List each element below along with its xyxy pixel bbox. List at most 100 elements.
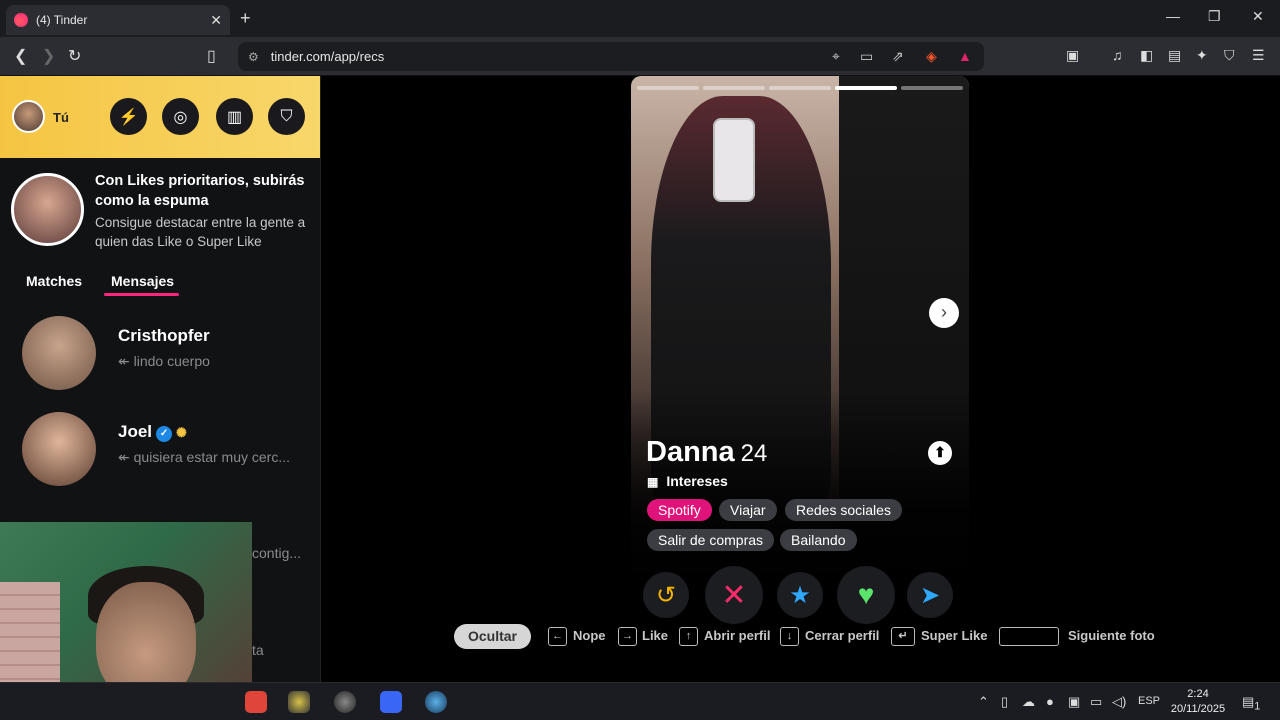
nope-icon[interactable]: ✕ — [705, 566, 763, 624]
maximize-button[interactable]: ❐ — [1208, 8, 1221, 25]
priority-likes-promo[interactable]: Con Likes prioritarios, subirás como la … — [0, 158, 320, 254]
url-text: tinder.com/app/recs — [270, 49, 385, 64]
interests-label: Intereses — [666, 473, 728, 489]
shortcut-label: Super Like — [921, 628, 988, 643]
key-space-icon — [999, 627, 1059, 646]
bookmark-icon[interactable]: ▯ — [207, 46, 216, 66]
key-up-icon: ↑ — [679, 627, 698, 646]
tinder-favicon-icon — [14, 13, 28, 27]
promo-avatar — [11, 173, 84, 246]
photo-progress-bars — [637, 86, 963, 90]
notification-count: 1 — [1254, 700, 1261, 713]
obs-taskbar-icon[interactable] — [334, 691, 356, 713]
clock[interactable]: 2:24 20/11/2025 — [1170, 687, 1226, 717]
roblox-taskbar-icon[interactable] — [380, 691, 402, 713]
photo-progress-segment — [769, 86, 831, 90]
interest-chip: Salir de compras — [647, 529, 775, 551]
conversation-preview: ↞ lindo cuerpo — [118, 353, 210, 369]
language-indicator[interactable]: ESP — [1138, 695, 1160, 707]
promo-title: Con Likes prioritarios, subirás como la … — [95, 173, 305, 209]
next-photo-button[interactable]: › — [929, 298, 959, 328]
emoji-icon: ✺ — [176, 425, 187, 440]
hide-shortcuts-button[interactable]: Ocultar — [454, 624, 531, 649]
superlike-icon[interactable]: ★ — [777, 572, 823, 618]
display-icon[interactable]: ▣ — [1068, 694, 1080, 710]
passport-icon[interactable]: ▥ — [216, 98, 253, 135]
promo-subtitle: Consigue destacar entre la gente a quien… — [95, 215, 306, 249]
conversation-item[interactable]: Cristhopfer ↞ lindo cuerpo — [0, 310, 320, 396]
interest-chip: Viajar — [719, 499, 777, 521]
key-down-icon: ↓ — [780, 627, 799, 646]
leo-ai-icon[interactable]: ✦ — [1196, 47, 1208, 64]
open-profile-button[interactable]: ⬆ — [928, 441, 952, 465]
browser-nav-bar: ❮ ❯ ↻ ▯ ⚙ tinder.com/app/recs ⌖ ▭ ⇗ ◈ ▲ … — [0, 37, 1280, 76]
microphone-icon[interactable]: ● — [1046, 694, 1054, 709]
tab-matches[interactable]: Matches — [26, 273, 82, 289]
brave-taskbar-icon[interactable] — [245, 691, 267, 713]
volume-icon[interactable]: ◁) — [1112, 694, 1126, 710]
conversation-item[interactable]: Joel ✓ ✺ ↞ quisiera estar muy cerc... — [0, 406, 320, 492]
clock-time: 2:24 — [1187, 688, 1209, 700]
recs-main: › ⬆ Danna 24 ▦ Intereses Spotify Viajar Re… — [321, 76, 1280, 682]
reload-icon[interactable]: ↻ — [68, 46, 81, 66]
forward-icon[interactable]: ❯ — [42, 46, 55, 66]
menu-icon[interactable]: ☰ — [1252, 47, 1265, 64]
wallet-icon[interactable]: ▤ — [1168, 47, 1181, 64]
steam-taskbar-icon[interactable] — [425, 691, 447, 713]
interest-chip: Redes sociales — [785, 499, 902, 521]
vpn-icon[interactable]: ⛉ — [1224, 47, 1235, 64]
rewind-icon[interactable]: ↺ — [643, 572, 689, 618]
network-icon[interactable]: ▭ — [1090, 694, 1102, 710]
cast-icon[interactable]: ▭ — [860, 42, 873, 71]
sidebar-header: Tú ⚡ ◎ ▥ ⛉ — [0, 76, 320, 158]
conversation-name: Cristhopfer — [118, 326, 210, 345]
clock-date: 20/11/2025 — [1170, 703, 1226, 715]
photo-progress-segment — [901, 86, 963, 90]
media-icon[interactable]: ♫ — [1112, 47, 1123, 63]
notifications-icon[interactable]: ▤1 — [1242, 694, 1260, 713]
my-avatar[interactable] — [12, 100, 45, 133]
shortcut-label: Nope — [573, 628, 606, 643]
app-taskbar-icon[interactable] — [288, 691, 310, 713]
site-settings-icon[interactable]: ⚙ — [248, 50, 259, 64]
my-profile-label[interactable]: Tú — [53, 110, 69, 125]
conversation-preview: contig... — [252, 545, 302, 561]
sidebar-toggle-icon[interactable]: ◧ — [1140, 47, 1153, 64]
reader-icon[interactable]: ▣ — [1066, 47, 1079, 64]
tab-mensajes[interactable]: Mensajes — [111, 273, 174, 289]
back-icon[interactable]: ❮ — [14, 46, 27, 66]
like-icon[interactable]: ♥ — [837, 566, 895, 624]
active-tab-underline — [104, 293, 179, 296]
explore-icon[interactable]: ◎ — [162, 98, 199, 135]
tab-close-icon[interactable]: ✕ — [210, 12, 222, 29]
boost-icon[interactable]: ⚡ — [110, 98, 147, 135]
tab-title: (4) Tinder — [36, 13, 88, 27]
tray-app-icon[interactable]: ▯ — [1001, 694, 1008, 710]
onedrive-icon[interactable]: ☁ — [1022, 694, 1035, 710]
address-bar[interactable]: ⚙ tinder.com/app/recs ⌖ ▭ ⇗ ◈ ▲ — [238, 42, 984, 71]
safety-icon[interactable]: ⛉ — [268, 98, 305, 135]
shortcut-label: Abrir perfil — [704, 628, 771, 643]
card-gradient — [631, 391, 969, 591]
windows-taskbar: ⌃ ▯ ☁ ● ▣ ▭ ◁) ESP 2:24 20/11/2025 ▤1 — [0, 682, 1280, 720]
profile-name: Danna 24 — [646, 436, 767, 469]
location-icon[interactable]: ⌖ — [832, 42, 840, 71]
key-enter-icon: ↵ — [891, 627, 915, 646]
interests-heading: ▦ Intereses — [647, 473, 728, 489]
boost-send-icon[interactable]: ➤ — [907, 572, 953, 618]
profile-card[interactable]: › ⬆ Danna 24 ▦ Intereses Spotify Viajar Re… — [631, 76, 969, 591]
brave-rewards-icon[interactable]: ▲ — [958, 42, 972, 71]
minimize-button[interactable]: — — [1166, 8, 1180, 24]
shortcut-label: Siguiente foto — [1068, 628, 1155, 643]
conversation-name: Joel — [118, 422, 153, 441]
share-icon[interactable]: ⇗ — [892, 42, 904, 71]
tray-chevron-icon[interactable]: ⌃ — [978, 694, 989, 710]
verified-icon: ✓ — [156, 426, 173, 442]
browser-tab-bar: (4) Tinder ✕ + — ❐ ✕ — [0, 0, 1280, 37]
photo-progress-segment — [637, 86, 699, 90]
close-window-button[interactable]: ✕ — [1252, 8, 1264, 25]
browser-tab-tinder[interactable]: (4) Tinder ✕ — [6, 5, 230, 35]
brave-shields-icon[interactable]: ◈ — [926, 42, 937, 71]
avatar — [22, 412, 96, 486]
new-tab-button[interactable]: + — [240, 8, 251, 29]
